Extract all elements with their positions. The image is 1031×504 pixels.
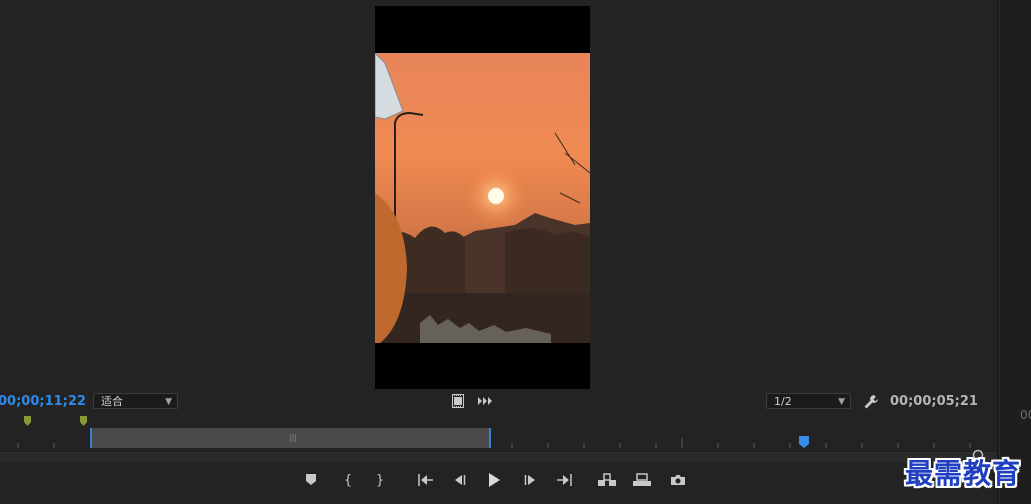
play-icon[interactable] xyxy=(482,466,506,494)
insert-icon[interactable] xyxy=(595,466,619,494)
marker-row xyxy=(0,414,997,428)
step-forward-icon[interactable] xyxy=(518,466,542,494)
playback-resolution-value: 1/2 xyxy=(774,395,792,408)
playhead[interactable] xyxy=(799,436,809,448)
multicam-icon[interactable] xyxy=(477,394,493,408)
transport-controls: { } xyxy=(0,466,997,494)
duration-timecode[interactable]: 00;00;05;21 xyxy=(890,394,978,409)
current-timecode[interactable]: 00;00;11;22 xyxy=(0,394,86,409)
watermark-logo: 最需教育 xyxy=(905,457,1022,490)
go-to-in-icon[interactable] xyxy=(414,466,438,494)
chevron-down-icon: ▼ xyxy=(165,397,172,407)
sunset-frame-image xyxy=(375,53,590,343)
zoom-level-dropdown[interactable]: 适合 ▼ xyxy=(93,393,178,409)
zoom-scrollbar[interactable] xyxy=(0,451,997,462)
step-back-icon[interactable] xyxy=(448,466,472,494)
wrench-icon[interactable] xyxy=(862,393,880,411)
mark-out-icon[interactable]: } xyxy=(368,466,392,494)
add-marker-icon[interactable] xyxy=(299,466,323,494)
source-monitor-panel: 00;00;11;22 适合 ▼ 1/2 ▼ 00;00;05;21 ||| {… xyxy=(0,0,997,504)
adjacent-panel-timecode: 00 xyxy=(1020,408,1031,422)
marker-icon[interactable] xyxy=(24,416,31,426)
marker-icon[interactable] xyxy=(80,416,87,426)
video-preview[interactable] xyxy=(375,6,590,389)
overwrite-icon[interactable] xyxy=(630,466,654,494)
adjacent-panel xyxy=(999,0,1031,504)
chevron-down-icon: ▼ xyxy=(838,397,845,407)
export-frame-icon[interactable] xyxy=(450,394,466,408)
mark-in-icon[interactable]: { xyxy=(336,466,360,494)
playback-resolution-dropdown[interactable]: 1/2 ▼ xyxy=(766,393,851,409)
zoom-level-value: 适合 xyxy=(101,395,123,408)
camera-icon[interactable] xyxy=(666,466,690,494)
range-grip-icon[interactable]: ||| xyxy=(289,433,297,442)
go-to-out-icon[interactable] xyxy=(552,466,576,494)
